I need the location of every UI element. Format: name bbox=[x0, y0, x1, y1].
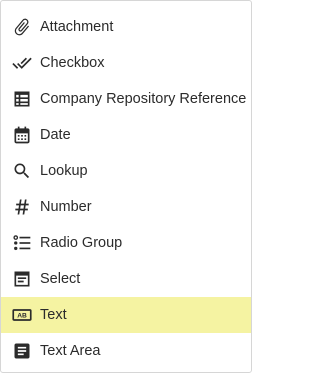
calendar-icon bbox=[12, 125, 32, 145]
menu-item-select[interactable]: Select bbox=[1, 261, 251, 297]
menu-item-label: Text bbox=[40, 307, 67, 323]
svg-text:AB: AB bbox=[17, 313, 27, 320]
select-list-icon bbox=[12, 269, 32, 289]
menu-item-text-area[interactable]: Text Area bbox=[1, 333, 251, 369]
table-icon bbox=[12, 89, 32, 109]
menu-item-label: Date bbox=[40, 127, 71, 143]
double-check-icon bbox=[12, 53, 32, 73]
paperclip-icon bbox=[12, 17, 32, 37]
text-ab-icon: AB bbox=[12, 305, 32, 325]
menu-item-label: Select bbox=[40, 271, 81, 287]
hash-icon bbox=[12, 197, 32, 217]
menu-item-label: Radio Group bbox=[40, 235, 123, 251]
menu-item-date[interactable]: Date bbox=[1, 117, 251, 153]
menu-item-attachment[interactable]: Attachment bbox=[1, 9, 251, 45]
menu-item-company-repository-reference[interactable]: Company Repository Reference bbox=[1, 81, 251, 117]
menu-item-label: Text Area bbox=[40, 343, 101, 359]
menu-item-checkbox[interactable]: Checkbox bbox=[1, 45, 251, 81]
radio-list-icon bbox=[12, 233, 32, 253]
menu-item-label: Lookup bbox=[40, 163, 88, 179]
menu-item-label: Attachment bbox=[40, 19, 114, 35]
menu-item-label: Company Repository Reference bbox=[40, 91, 247, 107]
field-type-menu: Attachment Checkbox Company Repository R… bbox=[0, 0, 252, 373]
search-icon bbox=[12, 161, 32, 181]
menu-item-lookup[interactable]: Lookup bbox=[1, 153, 251, 189]
menu-item-radio-group[interactable]: Radio Group bbox=[1, 225, 251, 261]
menu-item-text[interactable]: AB Text bbox=[1, 297, 251, 333]
menu-item-label: Number bbox=[40, 199, 92, 215]
menu-item-number[interactable]: Number bbox=[1, 189, 251, 225]
text-area-icon bbox=[12, 341, 32, 361]
menu-item-label: Checkbox bbox=[40, 55, 105, 71]
